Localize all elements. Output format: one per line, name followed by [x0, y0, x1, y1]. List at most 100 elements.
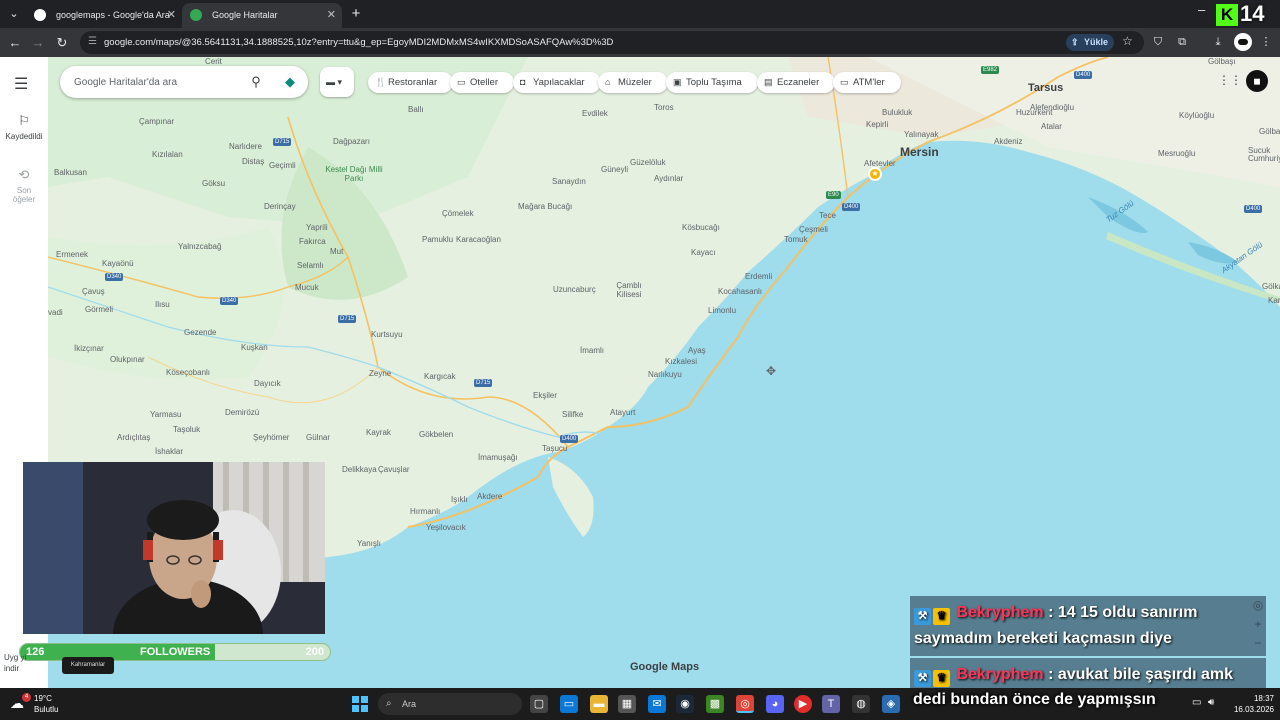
- place-label[interactable]: Delikkaya: [342, 465, 377, 474]
- place-label[interactable]: Olukpınar: [110, 355, 145, 364]
- url-text[interactable]: google.com/maps/@36.5641131,34.1888525,1…: [104, 31, 613, 54]
- chip-atms[interactable]: ▭ ATM'ler: [833, 72, 901, 93]
- place-label[interactable]: Çavuş: [82, 287, 105, 296]
- new-tab-button[interactable]: +: [346, 4, 366, 24]
- display-icon[interactable]: ▭: [1192, 697, 1201, 708]
- start-button[interactable]: [352, 696, 368, 712]
- back-arrow-icon[interactable]: ←: [6, 34, 24, 52]
- forward-arrow-icon[interactable]: →: [29, 34, 47, 52]
- discord-icon[interactable]: ◕: [766, 695, 784, 713]
- place-label[interactable]: Yanışlı: [357, 539, 381, 548]
- place-label[interactable]: Sanaydın: [552, 177, 586, 186]
- place-label[interactable]: Taşucu: [542, 444, 567, 453]
- chip-museums[interactable]: ⌂ Müzeler: [598, 72, 668, 93]
- tab-google-maps[interactable]: Google Haritalar ✕: [182, 3, 342, 28]
- outlook-icon[interactable]: ✉: [648, 695, 666, 713]
- place-label[interactable]: Kösbucağı: [682, 223, 720, 232]
- place-label[interactable]: Kızılalan: [152, 150, 183, 159]
- place-label[interactable]: Köseçobanlı: [166, 368, 210, 377]
- place-label[interactable]: Akdeniz: [994, 137, 1022, 146]
- teams-icon[interactable]: T: [822, 695, 840, 713]
- place-label[interactable]: Distaş: [242, 157, 264, 166]
- place-label[interactable]: Kayaönü: [102, 259, 134, 268]
- place-label[interactable]: Ekşiler: [533, 391, 557, 400]
- place-label[interactable]: Tomuk: [784, 235, 808, 244]
- close-tab-icon[interactable]: ✕: [327, 3, 336, 28]
- reload-icon[interactable]: ↻: [53, 34, 71, 52]
- place-label[interactable]: Yarmasu: [150, 410, 181, 419]
- shield-icon[interactable]: ⛉: [1150, 34, 1166, 50]
- place-label[interactable]: Karacaoğlan: [456, 235, 501, 244]
- place-label[interactable]: Mesruoğlu: [1158, 149, 1195, 158]
- layers-toggle-button[interactable]: ▬ ▾: [320, 67, 354, 97]
- place-label[interactable]: Kızkalesi: [665, 357, 697, 366]
- place-label[interactable]: Çeşmeli: [799, 225, 828, 234]
- place-label[interactable]: Narlıkuyu: [648, 370, 682, 379]
- place-label[interactable]: Silifke: [562, 410, 583, 419]
- city-label-tarsus[interactable]: Tarsus: [1028, 82, 1063, 94]
- steam-icon[interactable]: ◉: [676, 695, 694, 713]
- place-label[interactable]: İkizçınar: [74, 344, 104, 353]
- city-label-mersin[interactable]: Mersin: [900, 145, 939, 159]
- directions-icon[interactable]: ◆: [282, 74, 298, 90]
- place-label[interactable]: Selamlı: [297, 261, 324, 270]
- chip-pharmacies[interactable]: ▤ Eczaneler: [757, 72, 836, 93]
- profile-avatar[interactable]: [1234, 33, 1252, 51]
- task-view-icon[interactable]: ▢: [530, 695, 548, 713]
- extensions-icon[interactable]: ⧉: [1174, 34, 1190, 50]
- place-label[interactable]: Limonlu: [708, 306, 736, 315]
- place-label[interactable]: Ballı: [408, 105, 424, 114]
- place-label[interactable]: Gölka: [1262, 282, 1280, 291]
- saved-place-star-icon[interactable]: ★: [868, 167, 882, 181]
- chip-transit[interactable]: ▣ Toplu Taşıma: [666, 72, 758, 93]
- place-label[interactable]: Uzuncaburç: [553, 285, 596, 294]
- place-label[interactable]: Kayacı: [691, 248, 715, 257]
- search-icon[interactable]: ⚲: [248, 74, 264, 90]
- place-label[interactable]: Alefendioğlu: [1030, 103, 1074, 112]
- place-label[interactable]: Göksu: [202, 179, 225, 188]
- place-label[interactable]: Şeyhömer: [253, 433, 289, 442]
- rail-recent[interactable]: ⟲ Son öğeler: [0, 167, 48, 204]
- place-label[interactable]: Pamuklu: [422, 235, 453, 244]
- place-label[interactable]: Yalınayak: [904, 130, 939, 139]
- minimize-icon[interactable]: –: [1198, 2, 1205, 17]
- place-label[interactable]: İmamuşağı: [478, 453, 518, 462]
- place-label[interactable]: Çavuşlar: [378, 465, 410, 474]
- obs-icon[interactable]: ◍: [852, 695, 870, 713]
- place-label[interactable]: Atayurt: [610, 408, 635, 417]
- more-menu-icon[interactable]: ⋮: [1258, 34, 1274, 50]
- tab-search-chevron-icon[interactable]: ⌄: [4, 4, 24, 24]
- place-label[interactable]: Demirözü: [225, 408, 259, 417]
- place-label[interactable]: Çampınar: [139, 117, 174, 126]
- place-label[interactable]: Köylüoğlu: [1179, 111, 1214, 120]
- place-label[interactable]: Taşoluk: [173, 425, 200, 434]
- close-tab-icon[interactable]: ✕: [167, 3, 176, 28]
- place-label[interactable]: Balkusan: [54, 168, 87, 177]
- upload-button[interactable]: ⇪ Yükle: [1066, 34, 1115, 51]
- place-label[interactable]: Güneyli: [601, 165, 628, 174]
- place-label[interactable]: Evdilek: [582, 109, 608, 118]
- place-label[interactable]: vadi: [48, 308, 63, 317]
- place-label[interactable]: Kepirli: [866, 120, 888, 129]
- place-label[interactable]: Dağpazarı: [333, 137, 370, 146]
- bookmark-star-icon[interactable]: ☆: [1122, 34, 1133, 48]
- place-label[interactable]: Hırmanlı: [410, 507, 440, 516]
- download-icon[interactable]: ⤓: [1210, 34, 1226, 50]
- place-label[interactable]: Yeşilovacık: [426, 523, 466, 532]
- system-clock[interactable]: 18:37 16.03.2026: [1226, 693, 1274, 715]
- place-label[interactable]: Afetevler: [864, 159, 896, 168]
- place-label[interactable]: Çömelek: [442, 209, 474, 218]
- place-label[interactable]: Çamblı Kilisesi: [609, 281, 649, 299]
- maps-search-box[interactable]: ⚲ ◆: [60, 66, 308, 98]
- minecraft-icon[interactable]: ▩: [706, 695, 724, 713]
- place-label[interactable]: İmamlı: [580, 346, 604, 355]
- place-label[interactable]: Kayrak: [366, 428, 391, 437]
- place-label[interactable]: Görmeli: [85, 305, 113, 314]
- menu-hamburger-icon[interactable]: ☰: [14, 74, 28, 94]
- place-label[interactable]: Gölbaşı: [1259, 127, 1280, 136]
- chip-things-to-do[interactable]: ◘ Yapılacaklar: [513, 72, 601, 93]
- place-label[interactable]: Dayıcık: [254, 379, 281, 388]
- rail-saved[interactable]: ⚐ Kaydedildi: [0, 113, 48, 141]
- place-label[interactable]: Ermenek: [56, 250, 88, 259]
- place-label[interactable]: Toros: [654, 103, 674, 112]
